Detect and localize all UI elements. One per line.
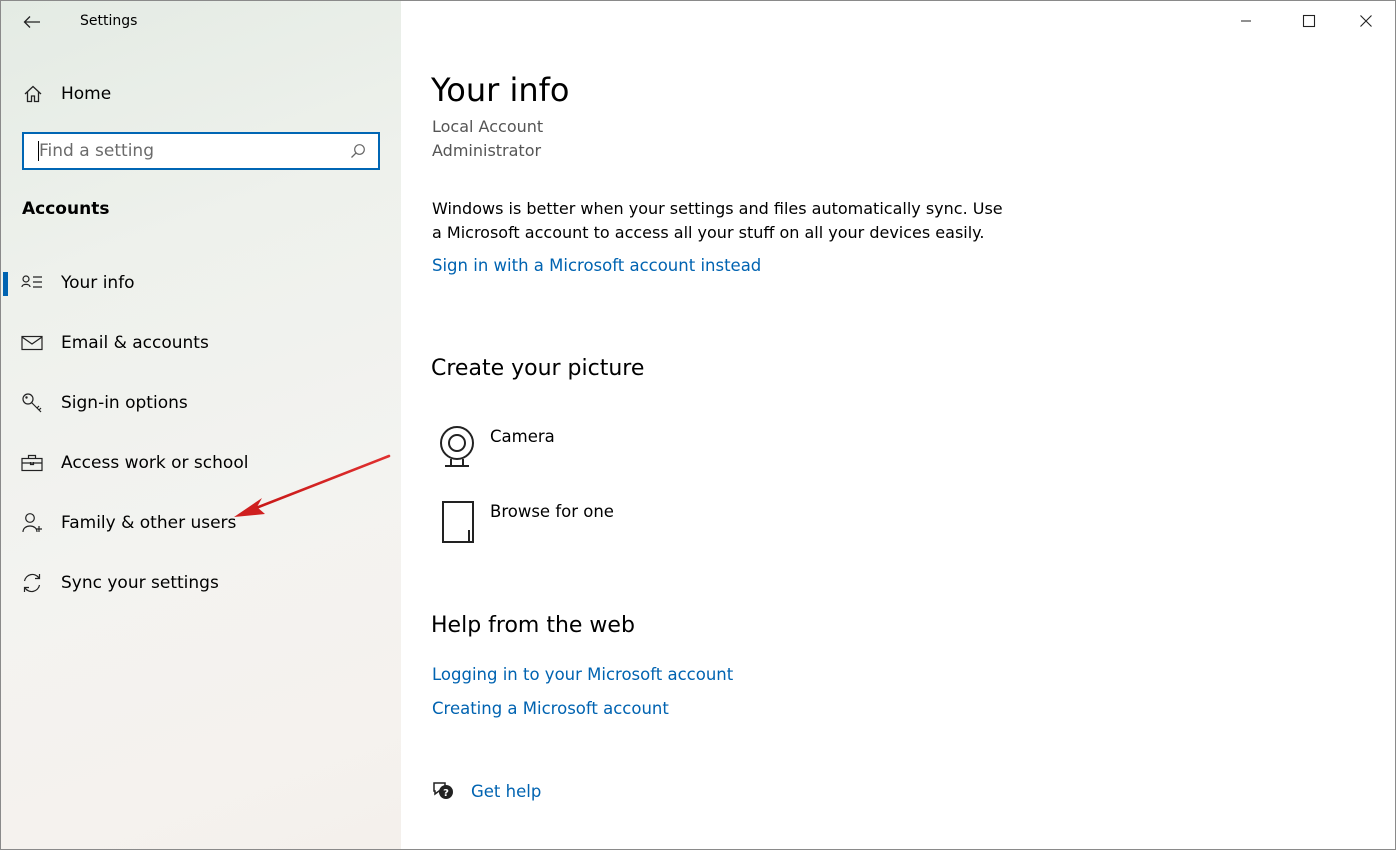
camera-option[interactable]: Camera bbox=[435, 424, 555, 474]
sidebar-item-label: Sign-in options bbox=[61, 393, 188, 413]
get-help-button[interactable]: ? Get help bbox=[431, 779, 541, 803]
sidebar-item-sign-in-options[interactable]: Sign-in options bbox=[1, 381, 401, 425]
account-role: Administrator bbox=[432, 141, 542, 160]
help-web-heading: Help from the web bbox=[431, 613, 635, 638]
sidebar-item-label: Family & other users bbox=[61, 513, 237, 533]
chat-help-icon: ? bbox=[431, 779, 455, 803]
help-link-logging-in[interactable]: Logging in to your Microsoft account bbox=[432, 665, 733, 684]
sidebar-item-label: Sync your settings bbox=[61, 573, 219, 593]
create-picture-heading: Create your picture bbox=[431, 356, 645, 381]
close-icon bbox=[1360, 15, 1372, 27]
search-box[interactable] bbox=[22, 132, 380, 170]
app-title: Settings bbox=[80, 13, 138, 29]
svg-text:?: ? bbox=[443, 788, 449, 799]
help-link-creating-account[interactable]: Creating a Microsoft account bbox=[432, 699, 669, 718]
maximize-button[interactable] bbox=[1286, 5, 1332, 37]
settings-window: Settings Home Accounts bbox=[0, 0, 1396, 850]
webcam-icon bbox=[435, 424, 479, 470]
key-icon bbox=[20, 391, 44, 415]
close-button[interactable] bbox=[1343, 5, 1389, 37]
camera-label: Camera bbox=[490, 427, 555, 446]
search-icon[interactable] bbox=[348, 141, 368, 161]
sidebar-item-email-accounts[interactable]: Email & accounts bbox=[1, 321, 401, 365]
home-label: Home bbox=[61, 84, 112, 104]
sidebar-item-family-other-users[interactable]: Family & other users bbox=[1, 501, 401, 545]
contact-info-icon bbox=[20, 271, 44, 295]
file-icon bbox=[435, 499, 479, 545]
mail-icon bbox=[20, 331, 44, 355]
search-input[interactable] bbox=[37, 136, 348, 166]
sidebar: Settings Home Accounts bbox=[1, 1, 401, 849]
back-button[interactable] bbox=[17, 9, 47, 35]
sidebar-item-access-work-school[interactable]: Access work or school bbox=[1, 441, 401, 485]
get-help-label: Get help bbox=[471, 781, 542, 801]
home-icon bbox=[22, 83, 44, 105]
page-title: Your info bbox=[431, 71, 570, 109]
home-nav-item[interactable]: Home bbox=[1, 73, 401, 115]
text-cursor bbox=[38, 141, 39, 161]
browse-label: Browse for one bbox=[490, 502, 614, 521]
back-arrow-icon bbox=[23, 16, 40, 28]
add-person-icon bbox=[20, 511, 44, 535]
minimize-button[interactable] bbox=[1223, 5, 1269, 37]
maximize-icon bbox=[1302, 14, 1316, 28]
account-type: Local Account bbox=[432, 117, 544, 136]
minimize-icon bbox=[1241, 20, 1251, 22]
sidebar-item-sync-settings[interactable]: Sync your settings bbox=[1, 561, 401, 605]
sign-in-microsoft-link[interactable]: Sign in with a Microsoft account instead bbox=[432, 256, 761, 275]
sync-icon bbox=[20, 571, 44, 595]
sync-message: Windows is better when your settings and… bbox=[432, 199, 1003, 242]
sidebar-item-your-info[interactable]: Your info bbox=[1, 261, 401, 305]
browse-option[interactable]: Browse for one bbox=[435, 499, 614, 549]
sidebar-item-label: Your info bbox=[61, 273, 135, 293]
main-content: Your info Local Account Administrator Wi… bbox=[401, 1, 1395, 849]
briefcase-icon bbox=[20, 451, 44, 475]
section-heading: Accounts bbox=[22, 199, 110, 219]
sidebar-item-label: Email & accounts bbox=[61, 333, 209, 353]
sidebar-item-label: Access work or school bbox=[61, 453, 249, 473]
